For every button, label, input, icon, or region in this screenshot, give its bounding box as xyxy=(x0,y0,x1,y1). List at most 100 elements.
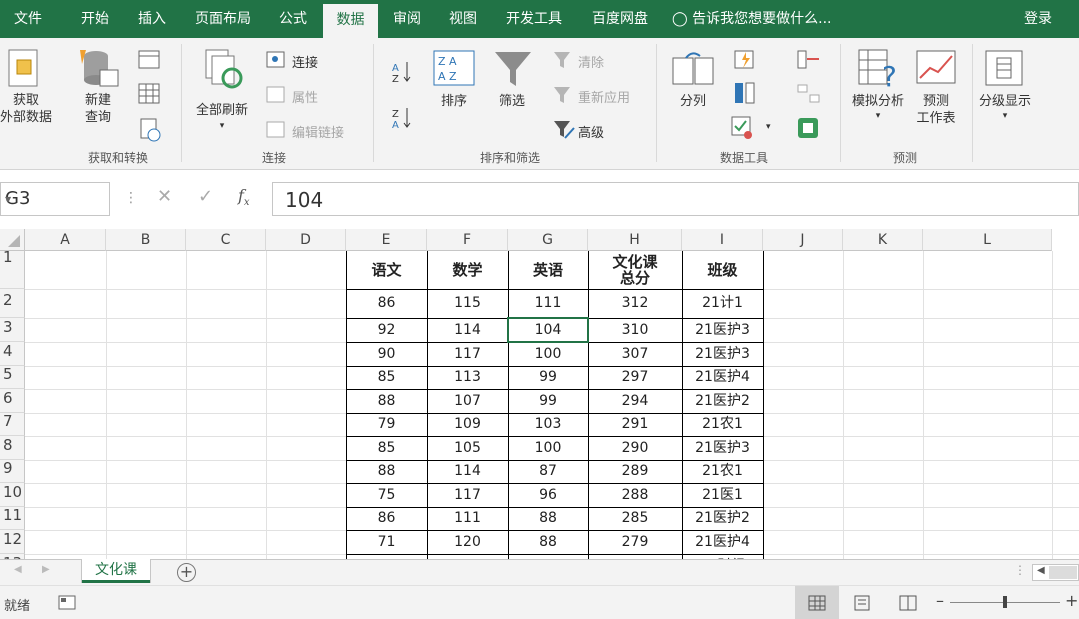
table-cell[interactable]: 96 xyxy=(508,483,588,507)
scrollbar-thumb[interactable] xyxy=(1049,566,1077,579)
show-queries-icon[interactable] xyxy=(138,50,162,70)
sort-icon[interactable]: Z A A Z xyxy=(433,50,475,86)
table-cell[interactable]: 85 xyxy=(346,366,427,389)
data-validation-icon[interactable] xyxy=(731,116,755,140)
what-if-analysis-icon[interactable]: ? xyxy=(858,48,902,93)
tab-file[interactable]: 文件 xyxy=(0,0,56,38)
table-header-cell[interactable]: 文化课 总分 xyxy=(588,251,682,289)
external-data-icon[interactable] xyxy=(5,48,45,90)
outline-icon[interactable] xyxy=(985,50,1025,88)
row-header[interactable]: 1 xyxy=(0,248,25,289)
flash-fill-icon[interactable] xyxy=(734,50,756,70)
normal-view-button[interactable] xyxy=(795,586,839,619)
table-cell[interactable]: 21计1 xyxy=(682,289,763,318)
tab-formulas[interactable]: 公式 xyxy=(268,0,318,38)
table-cell[interactable]: 117 xyxy=(427,342,508,366)
text-to-columns-button[interactable]: 分列 xyxy=(669,93,717,110)
table-cell[interactable]: 99 xyxy=(508,389,588,413)
table-header-cell[interactable]: 班级 xyxy=(682,251,763,289)
scroll-prev-sheet-icon[interactable]: ◀ xyxy=(14,564,22,575)
table-cell[interactable]: 103 xyxy=(508,413,588,436)
table-cell[interactable]: 114 xyxy=(427,460,508,483)
table-cell[interactable]: 310 xyxy=(588,318,682,342)
login-button[interactable]: 登录 xyxy=(1024,0,1052,38)
table-cell[interactable]: 120 xyxy=(427,530,508,554)
advanced-button[interactable]: 高级 xyxy=(578,122,604,141)
reapply-button[interactable]: 重新应用 xyxy=(578,87,630,106)
column-header[interactable]: C xyxy=(186,229,266,251)
column-header[interactable]: H xyxy=(588,229,682,251)
table-cell[interactable]: 114 xyxy=(427,318,508,342)
outline-dropdown-icon[interactable]: ▾ xyxy=(974,108,1036,125)
table-cell[interactable]: 109 xyxy=(427,413,508,436)
table-cell[interactable]: 288 xyxy=(588,483,682,507)
refresh-all-button[interactable]: 全部刷新 xyxy=(190,102,254,119)
forecast-sheet-icon[interactable] xyxy=(916,50,958,86)
table-cell[interactable]: 88 xyxy=(508,507,588,530)
selected-cell[interactable] xyxy=(507,317,589,343)
name-box-dropdown-icon[interactable]: ▼ xyxy=(5,195,104,204)
table-cell[interactable]: 297 xyxy=(588,366,682,389)
table-cell[interactable]: 88 xyxy=(346,389,427,413)
table-cell[interactable]: 90 xyxy=(346,342,427,366)
new-query-button[interactable]: 新建 查询 xyxy=(70,92,126,126)
page-layout-view-icon[interactable] xyxy=(853,595,871,615)
sort-button[interactable]: 排序 xyxy=(430,93,478,110)
properties-button[interactable]: 属性 xyxy=(292,87,318,106)
zoom-slider-thumb[interactable] xyxy=(1003,596,1007,608)
tab-baidu[interactable]: 百度网盘 xyxy=(582,0,658,38)
table-cell[interactable]: 92 xyxy=(346,318,427,342)
tab-view[interactable]: 视图 xyxy=(438,0,488,38)
column-header[interactable]: G xyxy=(508,229,588,251)
table-cell[interactable]: 88 xyxy=(346,460,427,483)
new-query-icon[interactable] xyxy=(78,46,120,90)
table-header-cell[interactable]: 语文 xyxy=(346,251,427,289)
table-cell[interactable]: 117 xyxy=(427,483,508,507)
sort-ascending-icon[interactable]: AZ xyxy=(392,60,414,85)
table-cell[interactable]: 113 xyxy=(427,366,508,389)
table-cell[interactable]: 289 xyxy=(588,460,682,483)
table-cell[interactable]: 71 xyxy=(346,530,427,554)
table-cell[interactable]: 21医护3 xyxy=(682,342,763,366)
tab-page-layout[interactable]: 页面布局 xyxy=(186,0,260,38)
tab-data[interactable]: 数据 xyxy=(323,4,378,38)
horizontal-scrollbar[interactable]: ◀ xyxy=(1032,564,1079,581)
add-sheet-icon[interactable]: + xyxy=(177,563,196,582)
clear-button[interactable]: 清除 xyxy=(578,52,604,71)
sort-descending-icon[interactable]: ZA xyxy=(392,106,414,131)
table-cell[interactable]: 285 xyxy=(588,507,682,530)
manage-data-model-icon[interactable] xyxy=(797,117,819,139)
table-cell[interactable]: 85 xyxy=(346,436,427,460)
table-cell[interactable]: 21医1 xyxy=(682,483,763,507)
sheet-tab-active[interactable]: 文化课 xyxy=(82,559,150,583)
table-cell[interactable]: 21医护4 xyxy=(682,366,763,389)
tab-developer[interactable]: 开发工具 xyxy=(496,0,572,38)
table-cell[interactable]: 86 xyxy=(346,507,427,530)
column-header[interactable]: F xyxy=(427,229,508,251)
what-if-dropdown-icon[interactable]: ▾ xyxy=(846,108,910,125)
table-cell[interactable]: 75 xyxy=(346,483,427,507)
table-header-cell[interactable]: 数学 xyxy=(427,251,508,289)
get-external-data-button[interactable]: 获取 外部数据 xyxy=(0,92,58,126)
refresh-all-dropdown-icon[interactable]: ▾ xyxy=(190,118,254,135)
table-cell[interactable]: 115 xyxy=(427,289,508,318)
table-cell[interactable]: 21医护2 xyxy=(682,389,763,413)
from-table-icon[interactable] xyxy=(138,83,162,105)
scroll-left-icon[interactable]: ◀ xyxy=(1037,565,1045,576)
insert-function-icon[interactable]: fx xyxy=(238,186,250,208)
table-cell[interactable]: 100 xyxy=(508,436,588,460)
name-box[interactable]: G3 ▼ xyxy=(0,182,110,216)
column-header[interactable]: K xyxy=(843,229,923,251)
relationships-icon[interactable] xyxy=(797,84,821,104)
worksheet-grid[interactable]: ABCDEFGHIJKL 12345678910111213 语文数学英语文化课… xyxy=(0,229,1079,559)
macro-record-icon[interactable] xyxy=(58,593,78,615)
column-header[interactable]: L xyxy=(923,229,1052,251)
filter-button[interactable]: 筛选 xyxy=(488,93,536,110)
table-cell[interactable]: 21医护3 xyxy=(682,436,763,460)
column-header[interactable]: D xyxy=(266,229,346,251)
scroll-next-sheet-icon[interactable]: ▶ xyxy=(42,564,50,575)
table-cell[interactable]: 79 xyxy=(346,413,427,436)
table-cell[interactable]: 111 xyxy=(427,507,508,530)
table-header-cell[interactable]: 英语 xyxy=(508,251,588,289)
connections-button[interactable]: 连接 xyxy=(292,52,318,71)
